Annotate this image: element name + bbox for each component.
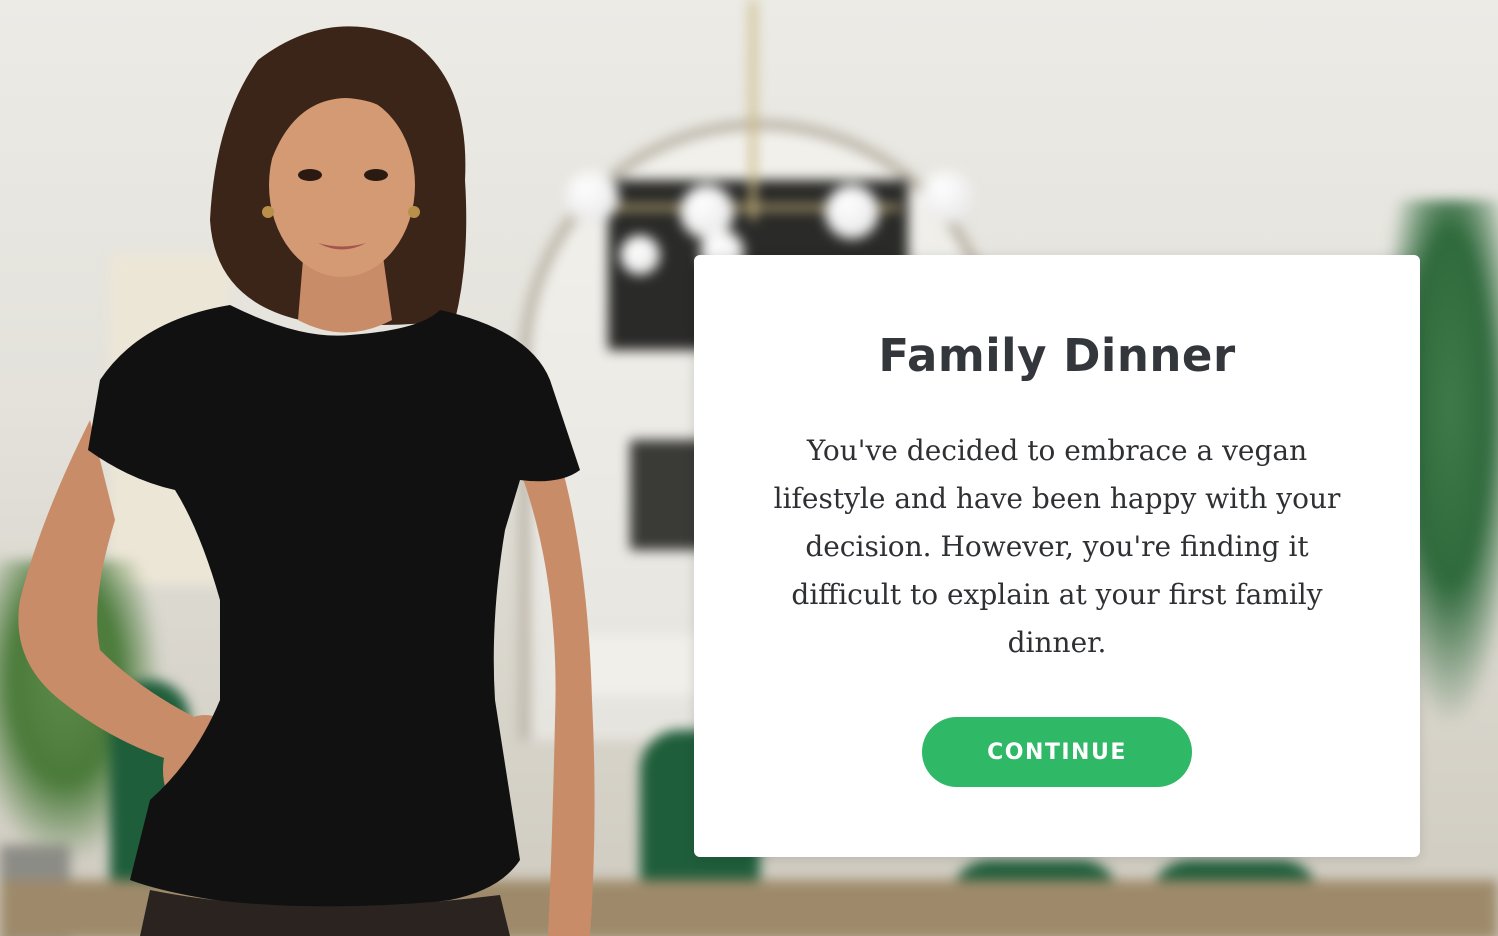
scenario-dialog: Family Dinner You've decided to embrace …	[694, 255, 1420, 857]
presenter-figure	[18, 26, 595, 936]
scenario-title: Family Dinner	[878, 329, 1236, 382]
continue-button[interactable]: CONTINUE	[922, 717, 1192, 787]
scenario-description: You've decided to embrace a vegan lifest…	[773, 434, 1341, 659]
